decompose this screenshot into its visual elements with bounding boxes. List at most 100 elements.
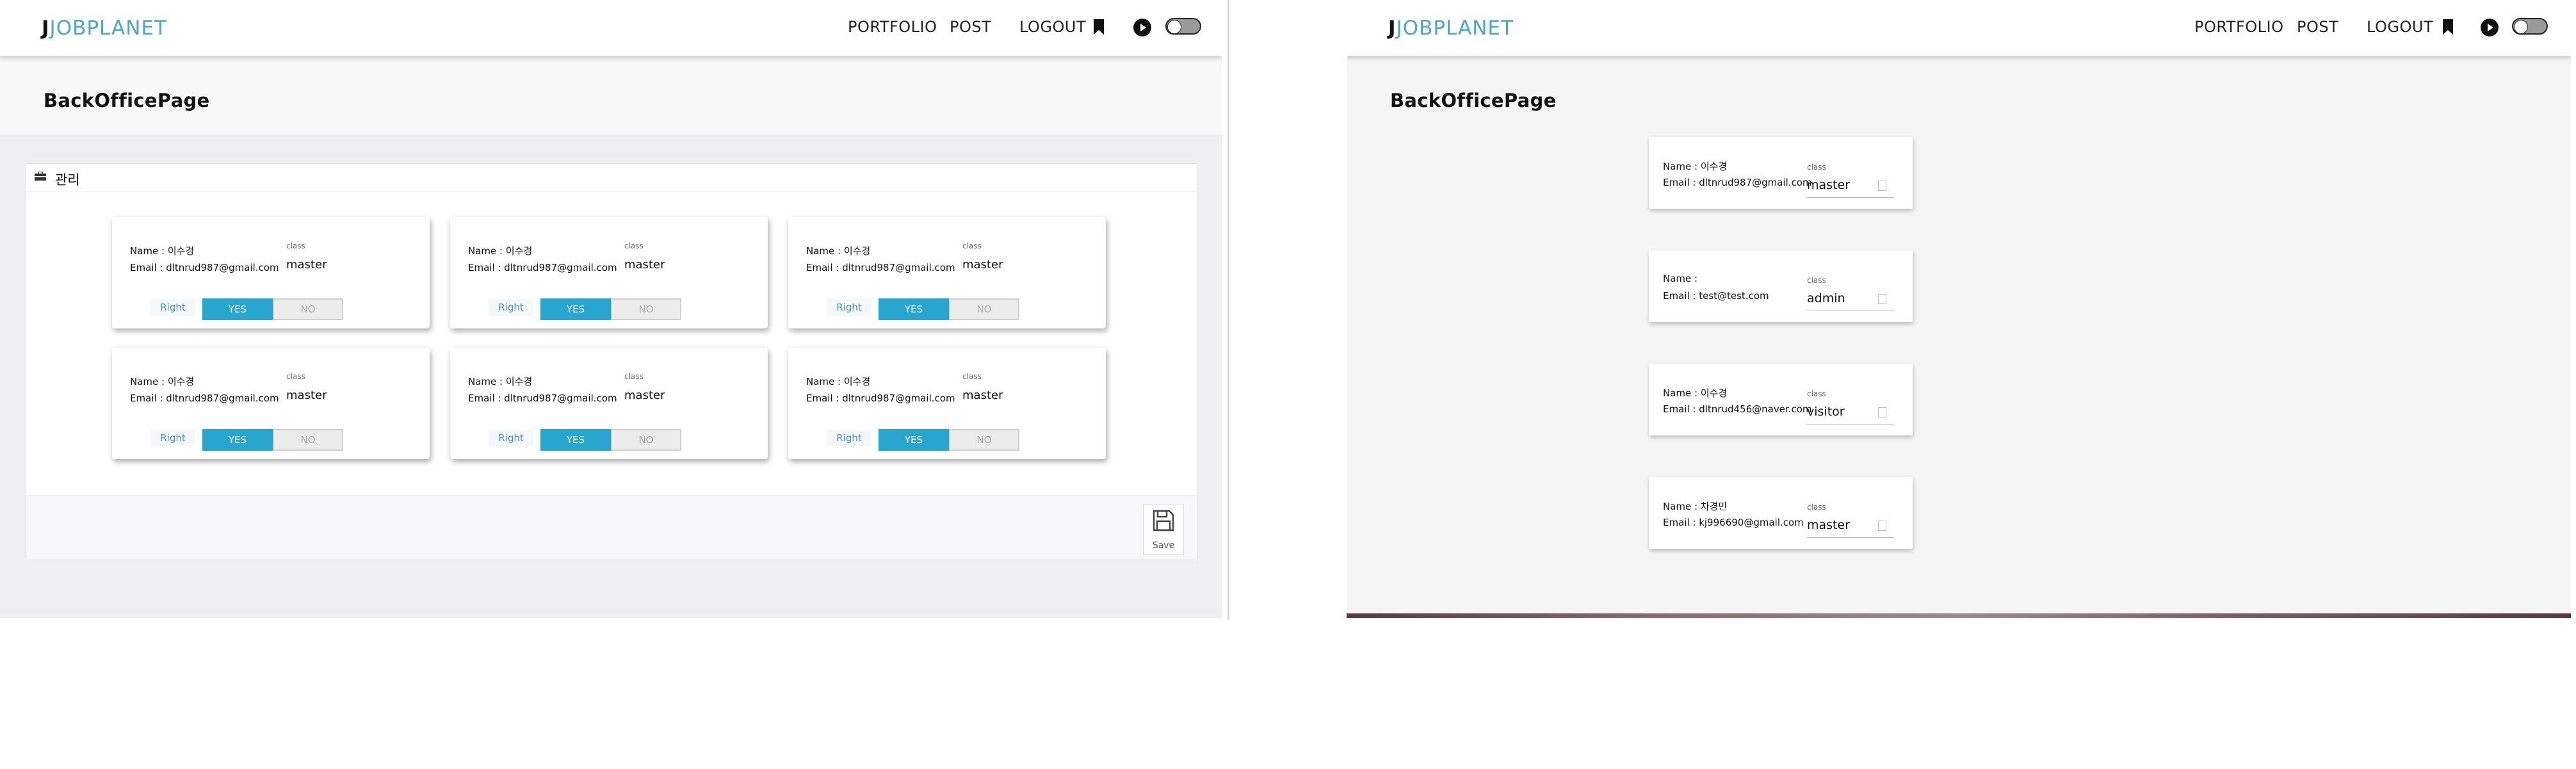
class-select[interactable]: admin [1807,289,1894,311]
class-label: class [624,372,644,381]
management-panel-title: 관리 [55,172,80,188]
no-button[interactable]: NO [611,429,681,451]
user-email: Email : dltnrud987@gmail.com [130,262,279,273]
user-row: Name : 이수경 Email : dltnrud456@naver.com … [1649,364,1913,435]
user-card: Name : 이수경 Email : dltnrud987@gmail.com … [788,217,1106,328]
class-label: class [962,241,982,250]
user-card: Name : 이수경 Email : dltnrud987@gmail.com … [450,217,768,328]
right-label: Right [489,430,533,446]
user-card: Name : 이수경 Email : dltnrud987@gmail.com … [112,217,430,328]
class-value: master [1807,178,1851,192]
class-value: master [624,258,665,271]
logo-j: J [42,17,50,40]
class-label: class [1807,276,1826,285]
class-label: class [286,372,305,381]
yes-button[interactable]: YES [202,298,273,320]
right-label: Right [150,299,195,316]
nav-logout[interactable]: LOGOUT [1019,18,1086,36]
user-card: Name : 이수경 Email : dltnrud987@gmail.com … [112,348,430,459]
toggle-knob [1167,20,1181,34]
class-label: class [1807,503,1826,512]
page-title: BackOfficePage [1390,90,1557,111]
class-value: master [962,389,1003,402]
user-email: Email : test@test.com [1663,290,1769,302]
no-button[interactable]: NO [949,429,1019,451]
user-name: Name : 이수경 [130,376,195,387]
class-label: class [962,372,982,381]
class-value: master [286,258,327,271]
bookmark-icon[interactable] [1094,19,1104,35]
user-email: Email : dltnrud987@gmail.com [130,393,279,404]
user-email: Email : dltnrud987@gmail.com [1663,177,1812,188]
user-name: Name : 이수경 [806,245,871,257]
yes-button[interactable]: YES [879,429,949,451]
class-select[interactable]: master [1807,515,1894,538]
yes-button[interactable]: YES [540,298,611,320]
save-icon [1153,510,1174,531]
user-name: Name : 차경민 [1663,501,1728,512]
page-title: BackOfficePage [44,90,210,111]
play-icon[interactable] [1133,19,1151,36]
user-name: Name : 이수경 [806,376,871,387]
no-button[interactable]: NO [273,429,343,451]
user-row: Name : 이수경 Email : dltnrud987@gmail.com … [1649,137,1913,209]
no-button[interactable]: NO [273,298,343,320]
bookmark-icon[interactable] [2443,19,2453,35]
user-name: Name : 이수경 [1663,161,1728,172]
yes-button[interactable]: YES [202,429,273,451]
backoffice-admin-panel: JJOBPLANET PORTFOLIO POST LOGOUT BackOff… [0,0,1222,618]
nav-portfolio[interactable]: PORTFOLIO [848,18,937,36]
select-icon [1878,407,1886,417]
select-icon [1878,294,1886,304]
class-label: class [1807,163,1826,172]
logo[interactable]: JJOBPLANET [42,17,167,40]
class-value: visitor [1807,405,1845,419]
logo-j: J [1388,17,1397,40]
page-header: BackOfficePage [0,56,1222,134]
user-email: Email : dltnrud987@gmail.com [806,262,955,273]
top-navbar: JJOBPLANET PORTFOLIO POST LOGOUT [0,0,1222,56]
yes-button[interactable]: YES [879,298,949,320]
class-value: master [1807,518,1851,532]
backoffice-user-list-panel: JJOBPLANET PORTFOLIO POST LOGOUT BackOff… [1347,0,2571,618]
top-navbar: JJOBPLANET PORTFOLIO POST LOGOUT [1347,0,2571,56]
nav-logout[interactable]: LOGOUT [2367,18,2433,36]
user-name: Name : 이수경 [468,245,533,257]
class-select[interactable]: master [1807,175,1894,198]
theme-toggle[interactable] [2512,18,2548,35]
no-button[interactable]: NO [611,298,681,320]
user-name: Name : 이수경 [468,376,533,387]
select-icon [1878,521,1886,531]
logo[interactable]: JJOBPLANET [1388,17,1514,40]
class-value: master [962,258,1003,271]
class-select[interactable]: visitor [1807,402,1894,425]
user-email: Email : dltnrud456@naver.com [1663,403,1812,415]
user-name: Name : 이수경 [1663,387,1728,399]
nav-post[interactable]: POST [2297,18,2338,36]
management-panel: 관리 Name : 이수경 Email : dltnrud987@gmail.c… [26,163,1197,560]
logo-text: JOBPLANET [1396,17,1514,40]
user-email: Email : dltnrud987@gmail.com [468,262,617,273]
class-label: class [286,241,305,250]
toggle-knob [2514,20,2528,34]
bottom-decorative-bar [1347,613,2571,618]
theme-toggle[interactable] [1165,18,1201,35]
user-email: Email : kj996690@gmail.com [1663,517,1804,528]
user-row: Name : 차경민 Email : kj996690@gmail.com cl… [1649,477,1913,549]
user-card: Name : 이수경 Email : dltnrud987@gmail.com … [788,348,1106,459]
nav-portfolio[interactable]: PORTFOLIO [2194,18,2284,36]
right-label: Right [827,299,871,316]
select-icon [1878,181,1886,191]
user-card: Name : 이수경 Email : dltnrud987@gmail.com … [450,348,768,459]
play-icon[interactable] [2481,19,2499,36]
management-panel-header: 관리 [26,164,1197,191]
management-panel-footer: Save [26,495,1197,560]
nav-post[interactable]: POST [950,18,991,36]
user-email: Email : dltnrud987@gmail.com [468,393,617,404]
user-row: Name : Email : test@test.com class admin [1649,250,1913,322]
right-label: Right [827,430,871,446]
save-button[interactable]: Save [1143,504,1184,555]
yes-button[interactable]: YES [540,429,611,451]
no-button[interactable]: NO [949,298,1019,320]
class-label: class [624,241,644,250]
